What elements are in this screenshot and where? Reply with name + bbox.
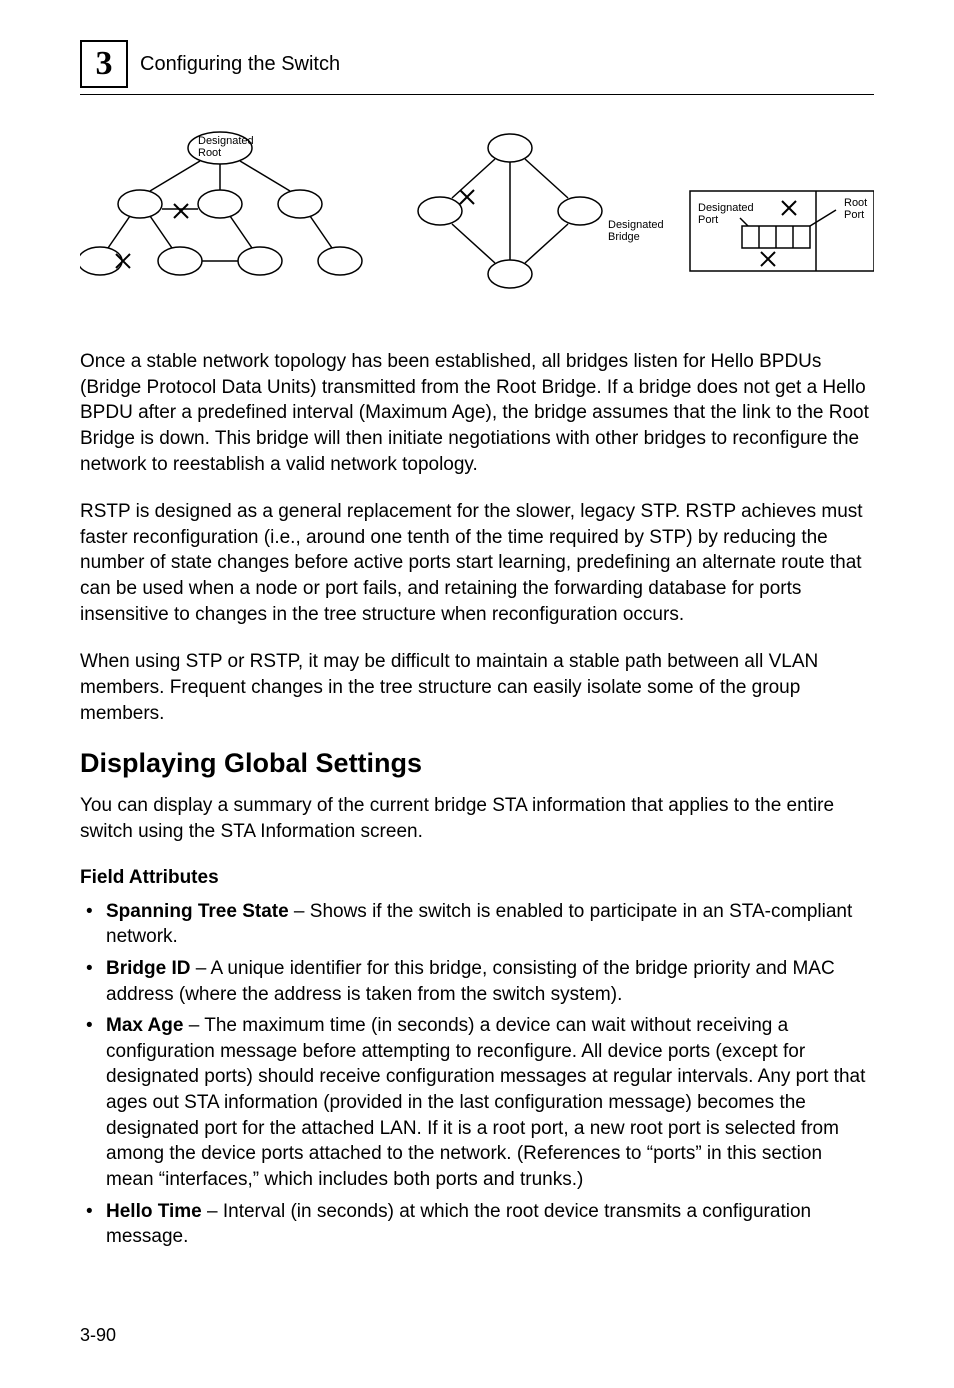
root-port-label-line2: Port — [844, 209, 864, 221]
header-title: Configuring the Switch — [140, 53, 340, 76]
left-tree-group: Designated Root — [80, 132, 362, 275]
designated-root-label-line2: Root — [198, 147, 221, 159]
designated-port-label-line1: Designated — [698, 202, 754, 214]
root-port-label-line1: Root — [844, 197, 867, 209]
section-heading: Displaying Global Settings — [80, 748, 874, 779]
right-switch-group: Designated Port Root Port — [690, 191, 874, 271]
chapter-number: 3 — [96, 45, 113, 83]
field-attributes-heading: Field Attributes — [80, 867, 874, 889]
network-topology-figure: Designated Root — [80, 121, 874, 321]
designated-bridge-label-line2: Bridge — [608, 231, 640, 243]
middle-ring-group: Designated Bridge — [418, 134, 664, 288]
bullet-term: Bridge ID — [106, 958, 190, 979]
bullet-desc: – The maximum time (in seconds) a device… — [106, 1015, 865, 1190]
bullet-desc: – Interval (in seconds) at which the roo… — [106, 1201, 811, 1248]
paragraph-2: RSTP is designed as a general replacemen… — [80, 499, 874, 627]
designated-root-label-line1: Designated — [198, 135, 254, 147]
list-item: Spanning Tree State – Shows if the switc… — [80, 899, 874, 950]
designated-bridge-label-line1: Designated — [608, 219, 664, 231]
list-item: Bridge ID – A unique identifier for this… — [80, 956, 874, 1007]
section-intro: You can display a summary of the current… — [80, 793, 874, 844]
designated-port-label-line2: Port — [698, 214, 718, 226]
page-header: 3 Configuring the Switch — [80, 40, 874, 88]
page-number: 3-90 — [80, 1325, 116, 1346]
bullet-term: Spanning Tree State — [106, 901, 289, 922]
bullet-desc: – A unique identifier for this bridge, c… — [106, 958, 835, 1005]
list-item: Hello Time – Interval (in seconds) at wh… — [80, 1199, 874, 1250]
topology-svg: Designated Root — [80, 121, 874, 321]
field-attributes-list: Spanning Tree State – Shows if the switc… — [80, 899, 874, 1250]
bullet-term: Hello Time — [106, 1201, 202, 1222]
paragraph-3: When using STP or RSTP, it may be diffic… — [80, 649, 874, 726]
list-item: Max Age – The maximum time (in seconds) … — [80, 1013, 874, 1192]
bullet-term: Max Age — [106, 1015, 183, 1036]
paragraph-1: Once a stable network topology has been … — [80, 349, 874, 477]
header-rule — [80, 94, 874, 95]
chapter-number-badge: 3 — [80, 40, 128, 88]
